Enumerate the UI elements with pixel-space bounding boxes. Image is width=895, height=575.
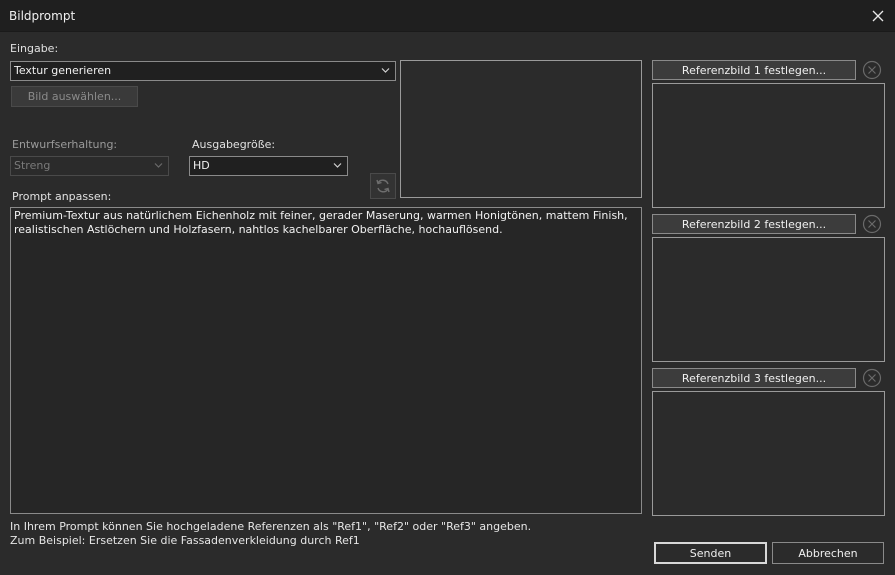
clear-reference-2-button[interactable] [861,213,883,235]
refresh-button[interactable] [370,173,396,199]
reference-3-preview [652,391,885,516]
output-size-value: HD [193,159,210,172]
window-title: Bildprompt [9,9,76,23]
design-preservation-value: Streng [14,159,51,172]
clear-reference-1-button[interactable] [861,59,883,81]
set-reference-2-button[interactable]: Referenzbild 2 festlegen... [652,214,856,234]
reference-2-preview [652,237,885,362]
input-mode-select[interactable]: Textur generieren [10,61,396,81]
output-size-label: Ausgabegröße: [192,138,276,151]
set-reference-3-button[interactable]: Referenzbild 3 festlegen... [652,368,856,388]
hint-line-2: Zum Beispiel: Ersetzen Sie die Fassadenv… [10,534,360,547]
reference-1-preview [652,83,885,208]
select-image-label: Bild auswählen... [27,90,122,103]
hint-line-1: In Ihrem Prompt können Sie hochgeladene … [10,520,532,533]
cancel-button[interactable]: Abbrechen [772,542,884,564]
input-preview-box [400,60,642,198]
prompt-textarea[interactable]: Premium-Textur aus natürlichem Eichenhol… [10,207,642,514]
input-mode-value: Textur generieren [14,64,112,77]
close-button[interactable] [861,0,895,31]
input-label: Eingabe: [10,42,59,55]
clear-circle-x-icon [862,368,882,388]
design-preservation-select[interactable]: Streng [10,156,169,176]
clear-circle-x-icon [862,214,882,234]
design-preservation-label: Entwurfserhaltung: [12,138,118,151]
refresh-icon [376,179,390,193]
title-bar: Bildprompt [0,0,895,32]
set-reference-1-button[interactable]: Referenzbild 1 festlegen... [652,60,856,80]
chevron-down-icon [381,68,390,73]
clear-reference-3-button[interactable] [861,367,883,389]
send-button[interactable]: Senden [654,542,767,564]
chevron-down-icon [333,163,342,168]
close-icon [872,10,884,21]
clear-circle-x-icon [862,60,882,80]
output-size-select[interactable]: HD [189,156,348,176]
prompt-label: Prompt anpassen: [12,190,112,203]
chevron-down-icon [154,163,163,168]
select-image-button[interactable]: Bild auswählen... [11,86,138,107]
